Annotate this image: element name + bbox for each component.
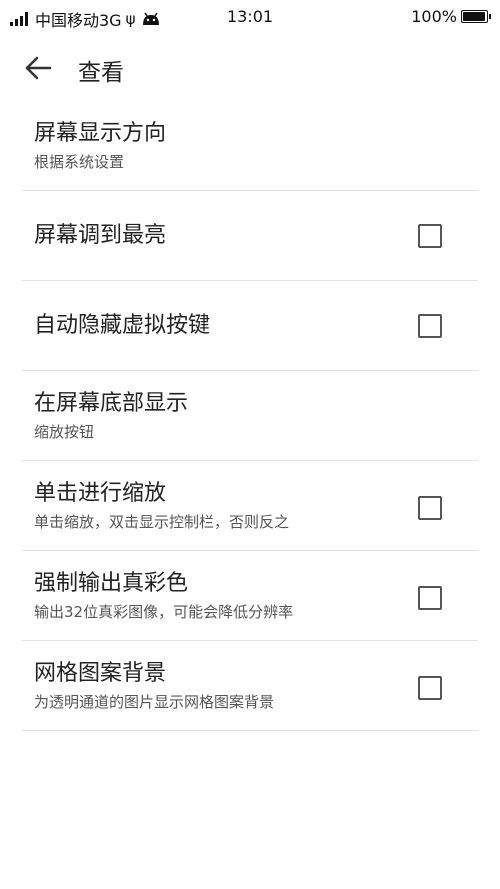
settings-row-subtitle: 为透明通道的图片显示网格图案背景: [34, 692, 275, 711]
settings-row-title: 网格图案背景: [34, 660, 167, 686]
settings-row-text: 网格图案背景为透明通道的图片显示网格图案背景: [34, 641, 408, 730]
settings-row-subtitle: 根据系统设置: [34, 152, 125, 171]
settings-row-text: 自动隐藏虚拟按键: [34, 281, 408, 370]
settings-row-title: 在屏幕底部显示: [34, 390, 189, 416]
settings-row[interactable]: 自动隐藏虚拟按键: [22, 281, 478, 371]
settings-checkbox[interactable]: [418, 495, 442, 520]
settings-row-title: 强制输出真彩色: [34, 570, 189, 596]
battery-level-fill: [463, 12, 485, 21]
settings-row[interactable]: 强制输出真彩色输出32位真彩图像，可能会降低分辨率: [22, 551, 478, 641]
settings-row-subtitle: 缩放按钮: [34, 422, 95, 441]
title-bar: 查看: [0, 40, 500, 96]
settings-row-title: 自动隐藏虚拟按键: [34, 312, 211, 338]
settings-row[interactable]: 在屏幕底部显示缩放按钮: [22, 371, 478, 461]
settings-row-text: 单击进行缩放单击缩放，双击显示控制栏，否则反之: [34, 461, 408, 550]
arrow-left-icon: [25, 56, 52, 80]
settings-row-title: 单击进行缩放: [34, 480, 167, 506]
settings-row[interactable]: 单击进行缩放单击缩放，双击显示控制栏，否则反之: [22, 461, 478, 551]
settings-checkbox[interactable]: [418, 223, 442, 248]
settings-checkbox[interactable]: [418, 313, 442, 338]
settings-row-text: 屏幕显示方向根据系统设置: [34, 101, 408, 190]
status-bar: 中国移动3G ψ 13:01 100%: [0, 0, 500, 36]
settings-row[interactable]: 屏幕显示方向根据系统设置: [22, 101, 478, 191]
page-title: 查看: [78, 60, 124, 86]
settings-row-text: 强制输出真彩色输出32位真彩图像，可能会降低分辨率: [34, 551, 408, 640]
settings-checkbox[interactable]: [418, 675, 442, 700]
settings-row-text: 在屏幕底部显示缩放按钮: [34, 371, 408, 460]
settings-row[interactable]: 网格图案背景为透明通道的图片显示网格图案背景: [22, 641, 478, 731]
settings-list: 屏幕显示方向根据系统设置屏幕调到最亮自动隐藏虚拟按键 在屏幕底部显示缩放按钮单击进…: [22, 101, 478, 731]
battery-percent: 100%: [411, 7, 457, 26]
settings-row-title: 屏幕调到最亮: [34, 222, 167, 248]
settings-row-subtitle: 输出32位真彩图像，可能会降低分辨率: [34, 602, 294, 621]
settings-row-subtitle: 单击缩放，双击显示控制栏，否则反之: [34, 512, 290, 531]
settings-checkbox[interactable]: [418, 585, 442, 610]
battery-icon: [461, 10, 491, 23]
back-button[interactable]: [18, 50, 58, 86]
settings-row[interactable]: 屏幕调到最亮: [22, 191, 478, 281]
status-right: 100%: [411, 7, 491, 26]
settings-row-text: 屏幕调到最亮: [34, 191, 408, 280]
settings-row-title: 屏幕显示方向: [34, 120, 167, 146]
